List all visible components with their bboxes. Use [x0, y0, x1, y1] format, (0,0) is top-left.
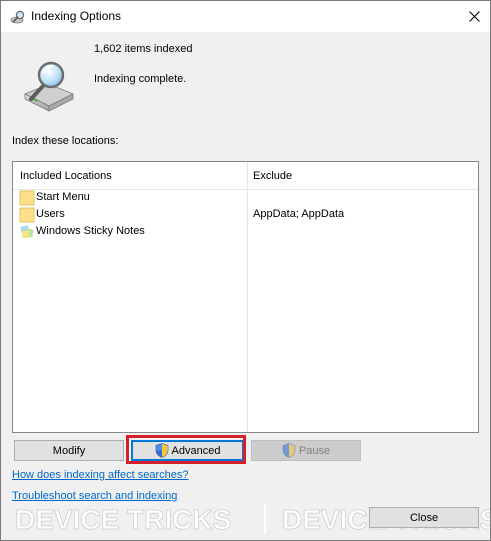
- pause-button[interactable]: Pause: [251, 440, 361, 461]
- location-name: Start Menu: [36, 191, 90, 203]
- modify-button[interactable]: Modify: [14, 440, 124, 461]
- list-item-users[interactable]: Users AppData; AppData: [13, 206, 478, 223]
- advanced-button[interactable]: Advanced: [131, 440, 244, 461]
- troubleshoot-search-link[interactable]: Troubleshoot search and indexing: [12, 490, 177, 502]
- location-name: Users: [36, 208, 65, 220]
- column-header-included-locations[interactable]: Included Locations: [20, 170, 112, 182]
- modify-button-label: Modify: [52, 444, 86, 457]
- index-locations-label: Index these locations:: [12, 135, 119, 147]
- uac-shield-icon: [155, 443, 168, 458]
- indexing-options-icon: [10, 10, 25, 24]
- items-indexed-count: 1,602 items indexed: [94, 43, 193, 55]
- indexing-magnifier-drive-icon: [24, 61, 74, 112]
- title-bar[interactable]: Indexing Options: [1, 1, 490, 32]
- close-window-button[interactable]: [459, 1, 490, 32]
- window-title: Indexing Options: [31, 9, 122, 23]
- location-exclude: AppData; AppData: [253, 208, 345, 220]
- folder-icon: [19, 190, 35, 206]
- list-header: Included Locations Exclude: [13, 162, 478, 190]
- list-item-windows-sticky-notes[interactable]: Windows Sticky Notes: [13, 223, 478, 240]
- list-item-start-menu[interactable]: Start Menu: [13, 189, 478, 206]
- sticky-notes-icon: [20, 225, 34, 239]
- close-button-label: Close: [409, 511, 439, 524]
- indexing-status: Indexing complete.: [94, 73, 187, 85]
- location-name: Windows Sticky Notes: [36, 225, 145, 237]
- close-icon: [469, 11, 480, 22]
- watermark-text-left: DEVICE TRICKS: [15, 504, 231, 535]
- indexing-affect-searches-link[interactable]: How does indexing affect searches?: [12, 469, 189, 481]
- pause-button-label: Pause: [298, 444, 331, 457]
- advanced-button-label: Advanced: [171, 444, 221, 457]
- dialog-body: 1,602 items indexed Indexing complete. I…: [1, 32, 490, 540]
- column-header-exclude[interactable]: Exclude: [253, 170, 292, 182]
- indexing-options-window: Indexing Options 1,602 items indexed Ind…: [0, 0, 491, 541]
- close-button[interactable]: Close: [369, 507, 479, 528]
- uac-shield-icon: [282, 443, 296, 458]
- index-locations-list[interactable]: Included Locations Exclude Start Menu Us…: [12, 161, 479, 433]
- folder-icon: [19, 207, 35, 223]
